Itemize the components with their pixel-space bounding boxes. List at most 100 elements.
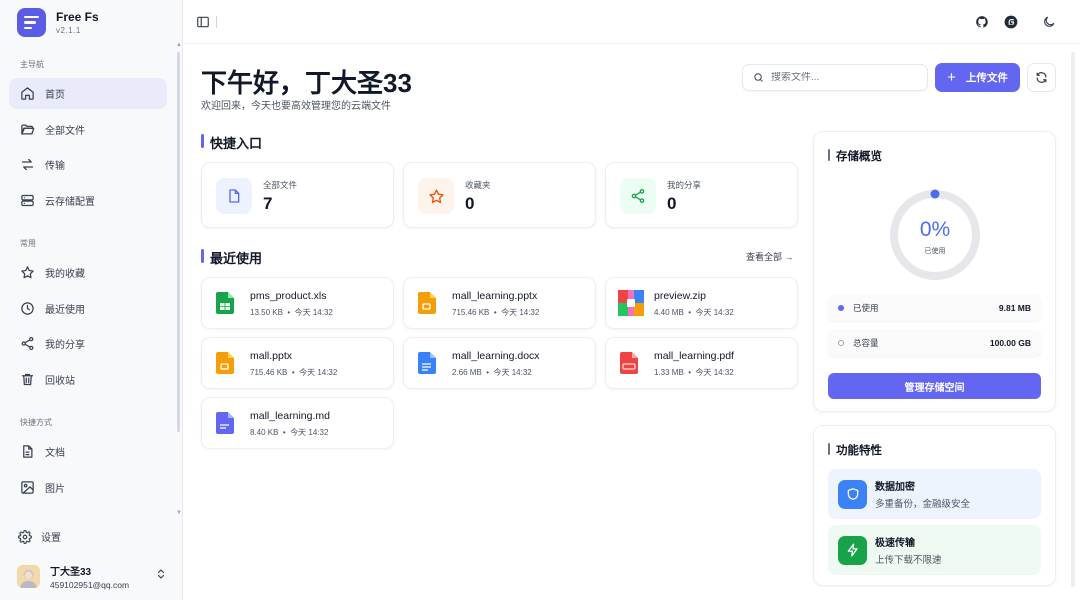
refresh-button[interactable] [1027,63,1056,92]
clock-icon [21,302,34,315]
main-scrollbar[interactable] [1071,52,1075,587]
feature-title: 极速传输 [875,538,915,549]
file-meta: 8.40 KB • 今天 14:32 [250,428,329,437]
file-card[interactable]: mall.pptx 715.46 KB • 今天 14:32 [201,337,394,389]
user-email: 459102951@qq.com [50,580,130,590]
settings-button[interactable]: 设置 [18,529,61,544]
scroll-down-arrow-icon[interactable]: ▼ [176,510,182,516]
sidebar-item-label: 我的分享 [45,340,85,351]
user-profile[interactable]: 丁大圣33 459102951@qq.com [17,563,167,590]
search-input[interactable] [771,72,911,83]
file-card[interactable]: mall_learning.md 8.40 KB • 今天 14:32 [201,397,394,449]
sidebar-item-label: 最近使用 [45,305,85,316]
nav-section-shortcuts: 快捷方式 [20,418,52,427]
pdf-file-icon [620,352,638,374]
document-icon [23,445,33,458]
excel-file-icon [216,292,234,314]
file-icon [216,178,252,214]
moon-icon[interactable] [1042,15,1056,29]
quick-card-count: 0 [465,194,475,213]
stat-value: 100.00 GB [989,338,1031,348]
feature-title: 数据加密 [875,482,915,493]
sidebar: Free Fs v2.1.1 主导航 首页 全部文件 传输 云存储配置 常用 我… [0,0,183,600]
file-card[interactable]: preview.zip 4.40 MB • 今天 14:32 [605,277,798,329]
file-card[interactable]: mall_learning.docx 2.66 MB • 今天 14:32 [403,337,596,389]
plus-icon: + [947,69,956,86]
trash-icon [21,373,34,386]
sidebar-item-all-files[interactable]: 全部文件 [9,114,167,145]
brand-name: Free Fs [56,10,99,24]
sidebar-item-label: 我的收藏 [45,269,85,280]
gitee-icon[interactable] [1004,15,1018,29]
sidebar-item-shares[interactable]: 我的分享 [9,328,167,359]
storage-total-row: 总容量 100.00 GB [828,330,1041,356]
file-name: preview.zip [654,290,706,302]
brand[interactable]: Free Fs v2.1.1 [17,8,99,37]
manage-storage-button[interactable]: 管理存储空间 [828,373,1041,399]
sidebar-item-transfer[interactable]: 传输 [9,149,167,180]
quick-card-shares[interactable]: 我的分享 0 [605,162,798,228]
storage-percent-label: 已使用 [924,248,946,255]
sidebar-item-label: 文档 [45,448,65,459]
quick-card-count: 0 [667,194,677,213]
scroll-up-arrow-icon[interactable]: ▲ [176,42,182,48]
nav-section-common: 常用 [20,239,36,248]
file-card[interactable]: pms_product.xls 13.50 KB • 今天 14:32 [201,277,394,329]
sidebar-item-images[interactable]: 图片 [9,472,167,503]
github-icon[interactable] [975,15,989,29]
sidebar-toggle-icon[interactable] [196,15,210,29]
stat-label: 已使用 [853,303,879,313]
chevron-up-down-icon[interactable] [155,567,167,581]
search-icon [754,73,763,82]
search-box[interactable] [742,64,928,91]
sidebar-item-home[interactable]: 首页 [9,78,167,109]
sidebar-item-label: 云存储配置 [45,197,95,208]
refresh-icon [1036,72,1047,83]
file-meta: 715.46 KB • 今天 14:32 [452,308,540,317]
sidebar-item-label: 全部文件 [45,126,85,137]
star-icon [21,266,34,279]
upload-button[interactable]: + 上传文件 [935,63,1020,92]
avatar [17,565,40,588]
file-meta: 715.46 KB • 今天 14:32 [250,368,338,377]
lightning-icon [838,535,867,565]
upload-button-label: 上传文件 [965,72,1008,84]
sidebar-item-label: 回收站 [45,376,75,387]
home-icon [21,87,34,100]
feature-fast-transfer: 极速传输 上传下载不限速 [828,525,1041,575]
view-all-link[interactable]: 查看全部 → [746,250,794,263]
top-bar [184,0,1080,44]
image-icon [21,481,34,494]
sidebar-item-documents[interactable]: 文档 [9,436,167,467]
file-meta: 13.50 KB • 今天 14:32 [250,308,333,317]
folder-open-icon [21,124,35,135]
file-name: pms_product.xls [250,290,327,302]
features-panel: 功能特性 数据加密 多重备份，金融级安全 极速传输 上传下载不限速 [813,425,1056,586]
storage-title: 存储概览 [828,148,882,164]
storage-percent: 0% [919,218,951,241]
file-name: mall_learning.pdf [654,350,734,362]
share-icon [620,178,656,214]
quick-card-label: 收藏夹 [465,180,491,190]
file-card[interactable]: mall_learning.pptx 715.46 KB • 今天 14:32 [403,277,596,329]
share-icon [21,336,34,351]
sidebar-item-recent[interactable]: 最近使用 [9,293,167,324]
file-meta: 1.33 MB • 今天 14:32 [654,368,734,377]
file-name: mall_learning.pptx [452,290,538,302]
transfer-icon [21,158,34,171]
file-meta: 4.40 MB • 今天 14:32 [654,308,734,317]
quick-card-label: 全部文件 [263,180,298,190]
file-meta: 2.66 MB • 今天 14:32 [452,368,532,377]
sidebar-scrollbar[interactable] [177,52,180,432]
file-card[interactable]: mall_learning.pdf 1.33 MB • 今天 14:32 [605,337,798,389]
sidebar-item-cloud-storage[interactable]: 云存储配置 [9,185,167,216]
stat-label: 总容量 [853,338,879,348]
quick-card-favorites[interactable]: 收藏夹 0 [403,162,596,228]
recent-title: 最近使用 [201,248,262,267]
top-divider [216,16,217,28]
quick-card-all-files[interactable]: 全部文件 7 [201,162,394,228]
used-dot-icon [838,305,844,311]
sidebar-item-favorites[interactable]: 我的收藏 [9,257,167,288]
sidebar-item-trash[interactable]: 回收站 [9,364,167,395]
brand-logo-icon [17,8,46,37]
